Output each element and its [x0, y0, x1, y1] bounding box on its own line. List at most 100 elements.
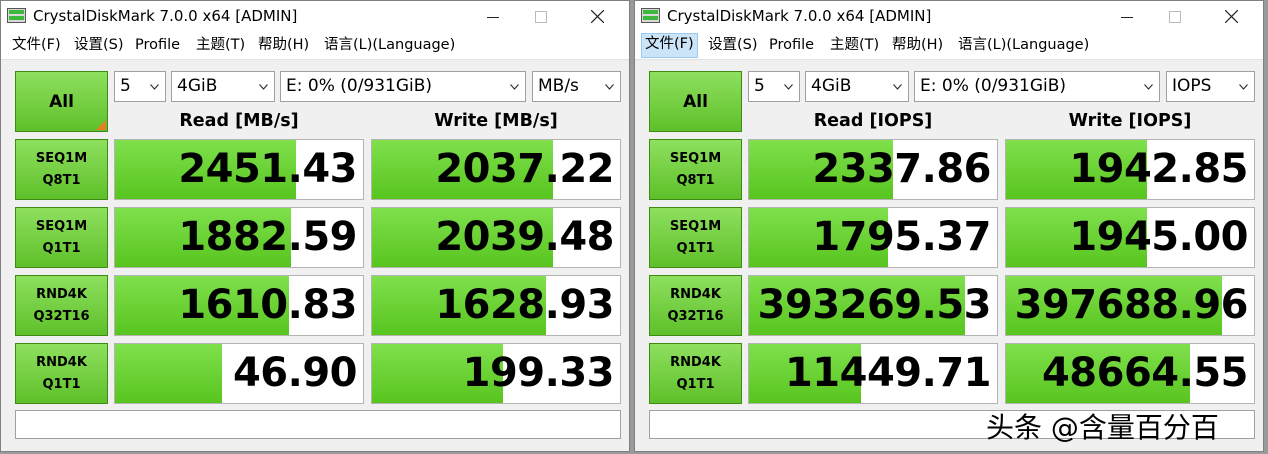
menu-language[interactable]: 语言(L)(Language)	[321, 34, 458, 57]
close-icon	[590, 10, 604, 23]
test-button-seq1m-q8t1[interactable]: SEQ1M Q8T1	[15, 139, 108, 200]
drive-value: E: 0% (0/931GiB)	[920, 76, 1067, 96]
test-size-select[interactable]: 4GiB	[805, 71, 909, 102]
write-result-cell: 199.33	[371, 343, 621, 404]
menu-file[interactable]: 文件(F)	[9, 34, 64, 57]
write-result-cell: 1945.00	[1005, 207, 1255, 268]
menu-profile[interactable]: Profile	[132, 34, 183, 57]
menu-theme[interactable]: 主题(T)	[193, 34, 248, 57]
menu-theme[interactable]: 主题(T)	[827, 34, 882, 57]
comment-field[interactable]	[15, 410, 621, 439]
test-params: Q1T1	[676, 240, 715, 256]
chevron-down-icon	[259, 84, 268, 90]
menu-profile[interactable]: Profile	[766, 34, 817, 57]
read-result-value: 1795.37	[812, 214, 991, 260]
menu-bar: 文件(F) 设置(S) Profile 主题(T) 帮助(H) 语言(L)(La…	[1, 32, 629, 60]
test-count-select[interactable]: 5	[114, 71, 166, 102]
unit-select[interactable]: IOPS	[1166, 71, 1255, 102]
test-count-select[interactable]: 5	[748, 71, 800, 102]
test-button-rnd4k-q1t1[interactable]: RND4K Q1T1	[649, 343, 742, 404]
test-button-seq1m-q8t1[interactable]: SEQ1M Q8T1	[649, 139, 742, 200]
minimize-icon	[487, 16, 499, 18]
test-size-value: 4GiB	[811, 76, 852, 96]
menu-file[interactable]: 文件(F)	[641, 33, 698, 58]
unit-value: IOPS	[1172, 76, 1212, 96]
test-name: RND4K	[36, 286, 87, 302]
window-title: CrystalDiskMark 7.0.0 x64 [ADMIN]	[667, 7, 932, 25]
test-name: SEQ1M	[669, 218, 722, 234]
test-name: SEQ1M	[669, 150, 722, 166]
all-button[interactable]: All	[15, 71, 108, 132]
app-icon	[641, 8, 660, 23]
test-params: Q1T1	[676, 376, 715, 392]
close-button[interactable]	[1207, 1, 1255, 32]
title-bar[interactable]: CrystalDiskMark 7.0.0 x64 [ADMIN]	[1, 1, 629, 32]
title-bar[interactable]: CrystalDiskMark 7.0.0 x64 [ADMIN]	[635, 1, 1263, 32]
test-params: Q32T16	[667, 308, 724, 324]
write-result-cell: 1628.93	[371, 275, 621, 336]
all-button-label: All	[49, 91, 74, 112]
read-result-cell: 46.90	[114, 343, 364, 404]
write-result-cell: 2039.48	[371, 207, 621, 268]
test-params: Q32T16	[33, 308, 90, 324]
maximize-icon	[535, 10, 547, 23]
minimize-button[interactable]	[469, 1, 517, 32]
read-result-bar	[115, 344, 222, 403]
menu-settings[interactable]: 设置(S)	[71, 34, 127, 57]
test-button-seq1m-q1t1[interactable]: SEQ1M Q1T1	[649, 207, 742, 268]
read-result-cell: 11449.71	[748, 343, 998, 404]
test-size-select[interactable]: 4GiB	[171, 71, 275, 102]
all-button-label: All	[683, 91, 708, 112]
test-name: SEQ1M	[35, 218, 88, 234]
write-result-value: 2037.22	[435, 146, 614, 192]
menu-bar: 文件(F) 设置(S) Profile 主题(T) 帮助(H) 语言(L)(La…	[635, 32, 1263, 60]
read-result-cell: 1610.83	[114, 275, 364, 336]
read-result-cell: 2451.43	[114, 139, 364, 200]
close-button[interactable]	[573, 1, 621, 32]
test-params: Q8T1	[676, 172, 715, 188]
test-button-rnd4k-q32t16[interactable]: RND4K Q32T16	[15, 275, 108, 336]
write-result-value: 199.33	[462, 350, 615, 396]
maximize-icon	[1169, 10, 1181, 23]
chevron-down-icon	[784, 84, 793, 90]
write-column-header: Write [IOPS]	[1068, 111, 1192, 131]
write-result-value: 397688.96	[1014, 282, 1249, 328]
maximize-button[interactable]	[517, 1, 565, 32]
test-name: RND4K	[36, 354, 87, 370]
chevron-down-icon	[510, 84, 519, 90]
read-result-cell: 1882.59	[114, 207, 364, 268]
write-result-value: 2039.48	[435, 214, 614, 260]
maximize-button[interactable]	[1151, 1, 1199, 32]
test-button-rnd4k-q1t1[interactable]: RND4K Q1T1	[15, 343, 108, 404]
test-button-rnd4k-q32t16[interactable]: RND4K Q32T16	[649, 275, 742, 336]
menu-help[interactable]: 帮助(H)	[889, 34, 946, 57]
test-button-seq1m-q1t1[interactable]: SEQ1M Q1T1	[15, 207, 108, 268]
read-result-cell: 1795.37	[748, 207, 998, 268]
test-name: RND4K	[670, 354, 721, 370]
menu-language[interactable]: 语言(L)(Language)	[955, 34, 1092, 57]
drive-select[interactable]: E: 0% (0/931GiB)	[914, 71, 1160, 102]
crystaldiskmark-window-iops: CrystalDiskMark 7.0.0 x64 [ADMIN] 文件(F) …	[634, 0, 1264, 452]
drive-select[interactable]: E: 0% (0/931GiB)	[280, 71, 526, 102]
chevron-down-icon	[1239, 84, 1248, 90]
drive-value: E: 0% (0/931GiB)	[286, 76, 433, 96]
menu-help[interactable]: 帮助(H)	[255, 34, 312, 57]
write-result-value: 1628.93	[435, 282, 614, 328]
chevron-down-icon	[893, 84, 902, 90]
read-column-header: Read [IOPS]	[813, 111, 933, 131]
write-result-cell: 48664.55	[1005, 343, 1255, 404]
unit-select[interactable]: MB/s	[532, 71, 621, 102]
write-result-value: 1942.85	[1069, 146, 1248, 192]
test-count-value: 5	[120, 76, 131, 96]
minimize-button[interactable]	[1103, 1, 1151, 32]
write-result-cell: 2037.22	[371, 139, 621, 200]
read-result-value: 1610.83	[178, 282, 357, 328]
watermark-text: 头条 @含量百分百	[986, 411, 1219, 444]
app-icon	[7, 8, 26, 23]
test-name: SEQ1M	[35, 150, 88, 166]
crystaldiskmark-window-mbps: CrystalDiskMark 7.0.0 x64 [ADMIN] 文件(F) …	[0, 0, 630, 452]
unit-value: MB/s	[538, 76, 579, 96]
all-button[interactable]: All	[649, 71, 742, 132]
chevron-down-icon	[605, 84, 614, 90]
menu-settings[interactable]: 设置(S)	[705, 34, 761, 57]
